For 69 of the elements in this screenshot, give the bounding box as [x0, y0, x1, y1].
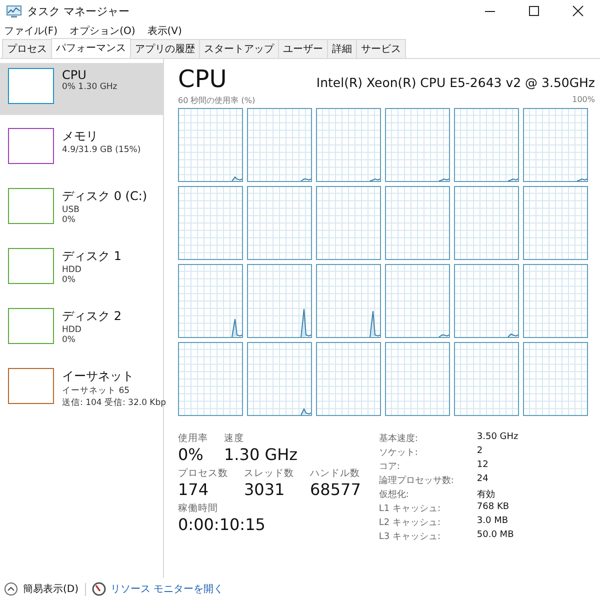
stat-value: 0% — [178, 445, 204, 464]
stat-value: 174 — [178, 480, 210, 499]
stat-value: 68577 — [310, 480, 361, 499]
resource-monitor-link[interactable]: リソース モニターを開く — [92, 582, 224, 596]
menu-item[interactable]: ファイル(F) — [4, 24, 58, 38]
maximize-icon[interactable] — [528, 5, 540, 17]
sidebar-item[interactable]: ディスク 0 (C:) USB 0% — [0, 183, 163, 235]
item-detail: HDD — [62, 325, 82, 335]
tab[interactable]: スタートアップ — [199, 39, 279, 58]
item-detail: USB — [62, 205, 80, 215]
spec-value: 有効 — [476, 488, 496, 501]
sidebar-item[interactable]: ディスク 1 HDD 0% — [0, 243, 163, 295]
item-detail: 0% 1.30 GHz — [62, 82, 118, 92]
stat-label: 稼働時間 — [178, 502, 219, 515]
spec-label: L3 キャッシュ: — [378, 531, 442, 543]
spec-label: L2 キャッシュ: — [378, 517, 442, 529]
tab[interactable]: サービス — [356, 39, 406, 58]
window-title: タスク マネージャー — [27, 4, 130, 18]
spec-value: 2 — [476, 446, 484, 458]
item-detail: HDD — [62, 265, 82, 275]
item-title: イーサネット — [62, 368, 135, 385]
stat-label: ハンドル数 — [310, 467, 361, 480]
spec-value: 12 — [476, 460, 490, 472]
tab[interactable]: ユーザー — [278, 39, 328, 58]
item-detail: 4.9/31.9 GB (15%) — [62, 145, 141, 155]
tab[interactable]: アプリの履歴 — [130, 39, 200, 58]
stat-value: 1.30 GHz — [224, 445, 298, 464]
close-icon[interactable] — [572, 5, 584, 17]
panel-title: CPU — [178, 65, 227, 93]
stat-value: 3031 — [244, 480, 286, 499]
spec-value: 3.50 GHz — [476, 432, 518, 444]
chevron-up-icon — [4, 582, 18, 596]
gauge-icon — [92, 582, 106, 596]
item-title: ディスク 2 — [62, 308, 122, 325]
spec-label: 論理プロセッサ数: — [378, 474, 455, 487]
stat-value: 0:00:10:15 — [178, 515, 266, 534]
spec-label: ソケット: — [378, 447, 419, 459]
item-detail: 0% — [62, 215, 76, 225]
stat-label: スレッド数 — [244, 467, 294, 480]
item-detail: 0% — [62, 335, 76, 345]
fewer-details-button[interactable]: 簡易表示(D) — [4, 582, 79, 596]
stat-label: 使用率 — [178, 432, 208, 445]
spec-value: 3.0 MB — [476, 516, 510, 528]
item-detail: 0% — [62, 275, 76, 285]
spec-label: コア: — [378, 461, 401, 473]
processor-name: Intel(R) Xeon(R) CPU E5-2643 v2 @ 3.50GHz — [316, 75, 596, 90]
menu-item[interactable]: オプション(O) — [70, 24, 136, 38]
stat-label: プロセス数 — [178, 467, 228, 480]
spec-value: 768 KB — [476, 502, 510, 514]
tab[interactable]: プロセス — [2, 39, 52, 58]
graph-label: 60 秒間の使用率 (%) — [178, 95, 256, 106]
spec-label: 仮想化: — [378, 488, 410, 501]
monitor-icon — [6, 4, 22, 18]
spec-value: 24 — [476, 474, 490, 486]
item-detail: イーサネット 65 — [62, 385, 131, 397]
stat-label: 速度 — [224, 432, 245, 445]
sidebar-item[interactable]: メモリ 4.9/31.9 GB (15%) — [0, 123, 163, 175]
item-title: ディスク 0 (C:) — [62, 188, 148, 205]
spec-value: 50.0 MB — [476, 530, 515, 542]
item-title: CPU — [62, 68, 88, 82]
item-title: ディスク 1 — [62, 248, 122, 265]
graph-max-label: 100% — [572, 95, 595, 106]
menu-item[interactable]: 表示(V) — [147, 24, 182, 38]
spec-label: L1 キャッシュ: — [378, 503, 442, 515]
item-title: メモリ — [62, 128, 99, 145]
sidebar-item[interactable]: CPU 0% 1.30 GHz — [0, 63, 163, 115]
sidebar-item[interactable]: ディスク 2 HDD 0% — [0, 303, 163, 355]
spec-label: 基本速度: — [378, 432, 419, 445]
tab[interactable]: 詳細 — [327, 39, 357, 58]
